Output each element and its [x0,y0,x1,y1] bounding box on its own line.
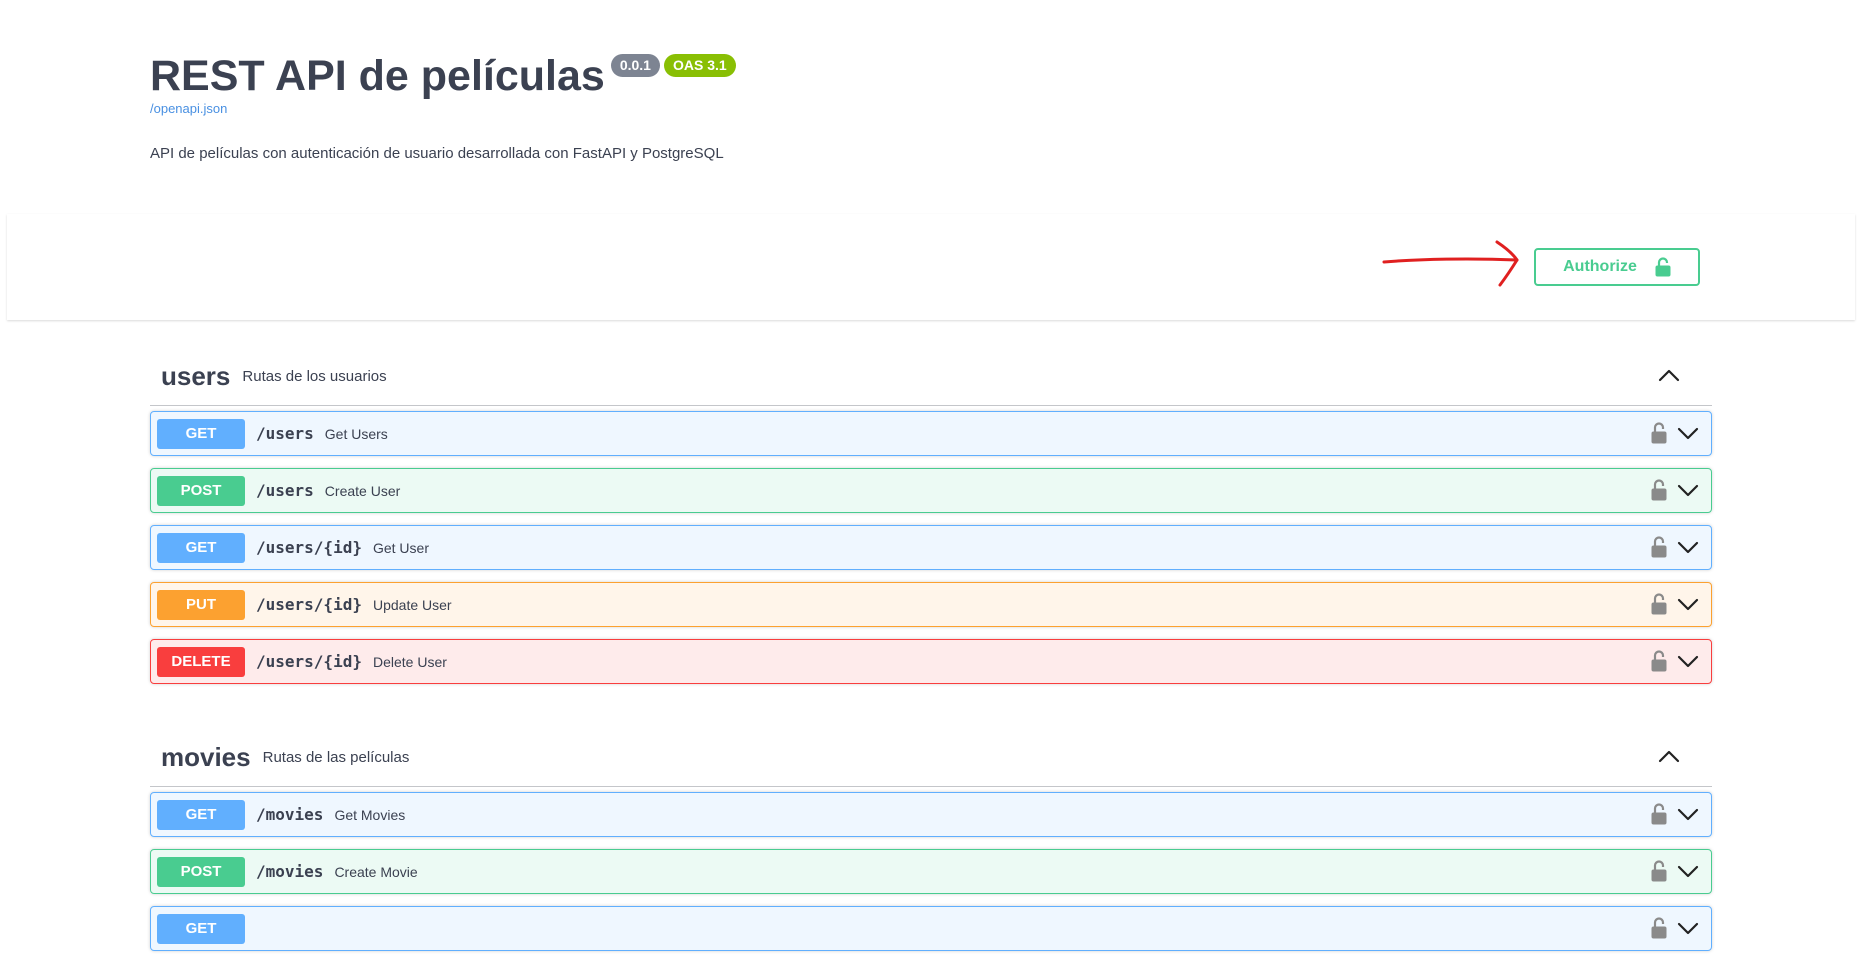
method-badge: POST [157,475,245,506]
method-badge: POST [157,856,245,887]
operation-post-row[interactable]: POST/users Create User [150,468,1712,513]
unlocked-lock-icon[interactable] [1651,422,1667,444]
method-badge: GET [157,532,245,563]
tag-section-movies: movies Rutas de las películas GET/movies Ge… [150,729,1712,963]
operation-put-row[interactable]: PUT/users/{id} Update User [150,582,1712,627]
version-badge: 0.0.1 [610,54,660,77]
scheme-container: Authorize [7,214,1855,320]
tag-section-users: users Rutas de los usuarios GET/users Get U… [150,348,1712,696]
operation-path: /movies [256,805,324,824]
method-badge: PUT [157,589,245,620]
unlocked-lock-icon[interactable] [1651,803,1667,825]
chevron-down-icon[interactable] [1677,597,1699,611]
chevron-down-icon[interactable] [1677,921,1699,935]
chevron-down-icon[interactable] [1677,426,1699,440]
unlocked-lock-icon[interactable] [1651,860,1667,882]
operation-path: /movies [256,862,324,881]
operation-post-row[interactable]: POST/movies Create Movie [150,849,1712,894]
chevron-down-icon[interactable] [1677,654,1699,668]
chevron-down-icon[interactable] [1677,864,1699,878]
annotation-arrow [1382,240,1519,287]
operation-summary: Get Users [324,425,388,442]
chevron-down-icon[interactable] [1677,540,1699,554]
operation-summary: Update User [372,596,452,613]
oas-badge: OAS 3.1 [663,54,736,77]
openapi-json-link[interactable]: /openapi.json [150,101,1710,116]
authorize-label: Authorize [1563,258,1637,275]
tag-name[interactable]: movies [161,742,251,773]
operation-summary: Get User [372,539,429,556]
operation-path: /users/{id} [256,538,362,557]
page-title: REST API de películas [150,52,605,100]
operation-summary: Get Movies [334,806,406,823]
tag-description: Rutas de las películas [262,749,410,766]
tag-header[interactable]: users Rutas de los usuarios [150,348,1712,406]
tag-name[interactable]: users [161,361,230,392]
method-badge: GET [157,799,245,830]
unlocked-lock-icon[interactable] [1651,593,1667,615]
operation-path: /users [256,481,314,500]
tag-description: Rutas de los usuarios [242,368,387,385]
title-row: REST API de películas 0.0.1 OAS 3.1 [150,50,1710,102]
unlocked-lock-icon[interactable] [1651,650,1667,672]
operation-summary: Create User [324,482,401,499]
unlocked-lock-icon [1655,257,1671,277]
operation-get-row[interactable]: GET [150,906,1712,951]
unlocked-lock-icon[interactable] [1651,536,1667,558]
operation-get-row[interactable]: GET/movies Get Movies [150,792,1712,837]
operation-summary: Delete User [372,653,447,670]
operation-path: /users/{id} [256,595,362,614]
chevron-up-icon[interactable] [1658,368,1680,382]
tag-header[interactable]: movies Rutas de las películas [150,729,1712,787]
operation-delete-row[interactable]: DELETE/users/{id} Delete User [150,639,1712,684]
method-badge: GET [157,913,245,944]
api-info: REST API de películas 0.0.1 OAS 3.1 /ope… [150,50,1710,162]
unlocked-lock-icon[interactable] [1651,479,1667,501]
unlocked-lock-icon[interactable] [1651,917,1667,939]
operation-path: /users/{id} [256,652,362,671]
chevron-down-icon[interactable] [1677,483,1699,497]
method-badge: GET [157,418,245,449]
operation-path: /users [256,424,314,443]
method-badge: DELETE [157,646,245,677]
operation-get-row[interactable]: GET/users/{id} Get User [150,525,1712,570]
api-description: API de películas con autenticación de us… [150,145,724,162]
operation-summary: Create Movie [334,863,418,880]
authorize-button[interactable]: Authorize [1534,248,1700,286]
operation-get-row[interactable]: GET/users Get Users [150,411,1712,456]
chevron-down-icon[interactable] [1677,807,1699,821]
chevron-up-icon[interactable] [1658,749,1680,763]
